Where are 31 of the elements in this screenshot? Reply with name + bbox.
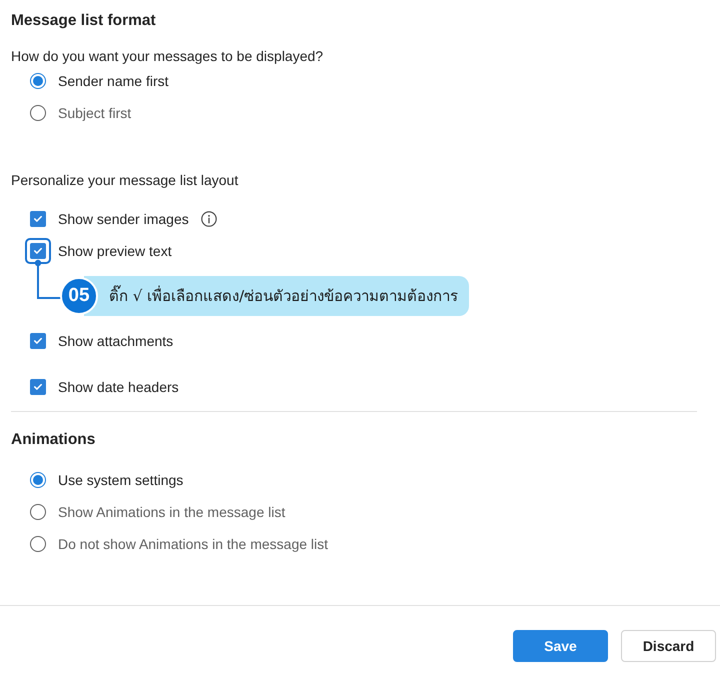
checkbox[interactable] <box>30 243 46 259</box>
discard-button[interactable]: Discard <box>621 630 716 662</box>
section-heading: Animations <box>11 430 96 450</box>
info-icon[interactable] <box>200 211 217 227</box>
group-prompt: Personalize your message list layout <box>11 171 240 190</box>
highlight-frame <box>25 238 51 264</box>
option-label: Do not show Animations in the message list <box>58 535 328 553</box>
option-label: Show date headers <box>58 378 179 396</box>
option-label: Show Animations in the message list <box>58 503 286 521</box>
group-prompt: How do you want your messages to be displayed? <box>11 47 324 65</box>
section-heading: Message list format <box>11 11 157 31</box>
radio-button[interactable] <box>30 536 46 552</box>
checkbox[interactable] <box>30 333 46 349</box>
checkmark-icon <box>34 384 42 390</box>
option-label: Subject first <box>58 104 132 122</box>
radio-button[interactable] <box>30 472 46 488</box>
option-label: Show preview text <box>58 242 172 260</box>
step-number-badge: 05 <box>60 277 98 315</box>
radio-button[interactable] <box>30 504 46 520</box>
checkmark-icon <box>34 248 42 254</box>
option-label: Use system settings <box>58 471 184 489</box>
option-label: Show sender images <box>58 210 189 228</box>
checkmark-icon <box>34 338 42 344</box>
checkbox[interactable] <box>30 379 46 395</box>
radio-button[interactable] <box>30 73 46 89</box>
checkmark-icon <box>34 216 42 222</box>
option-label: Sender name first <box>58 72 168 90</box>
checkbox[interactable] <box>30 211 46 227</box>
save-button[interactable]: Save <box>513 630 608 662</box>
radio-button[interactable] <box>30 105 46 121</box>
option-label: Show attachments <box>58 332 174 350</box>
